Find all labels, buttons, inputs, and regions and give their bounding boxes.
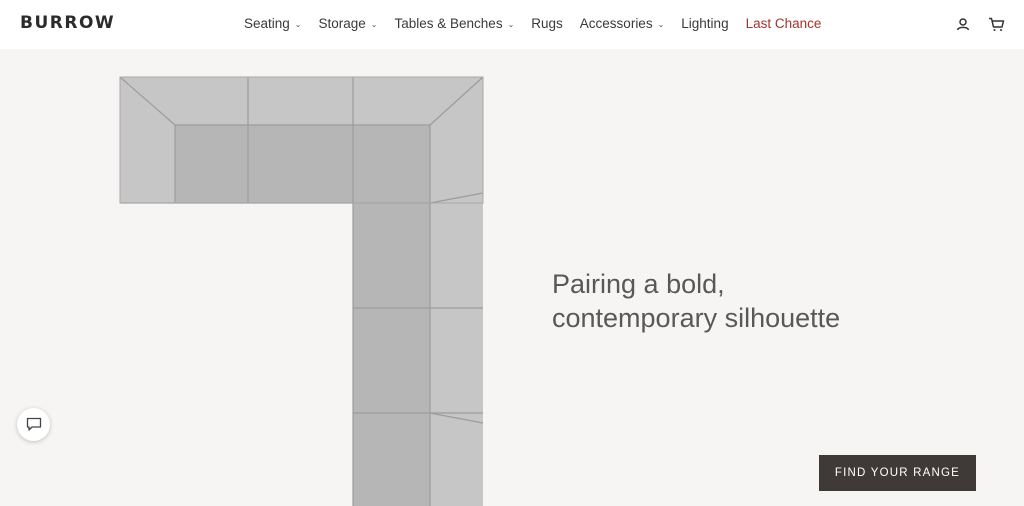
find-your-range-button[interactable]: FIND YOUR RANGE bbox=[819, 455, 976, 491]
nav-item-lighting[interactable]: Lighting bbox=[681, 16, 728, 31]
header-actions bbox=[939, 15, 1005, 33]
nav-item-accessories[interactable]: Accessories ⌄ bbox=[580, 16, 664, 31]
nav-item-label: Last Chance bbox=[745, 16, 822, 31]
hero-headline: Pairing a bold, contemporary silhouette bbox=[552, 267, 840, 335]
account-icon[interactable] bbox=[954, 15, 972, 33]
hero-headline-line2: contemporary silhouette bbox=[552, 303, 841, 333]
hero-headline-line1: Pairing a bold, bbox=[552, 269, 725, 299]
nav-item-last-chance[interactable]: Last Chance bbox=[746, 16, 822, 31]
chevron-down-icon: ⌄ bbox=[657, 20, 665, 29]
nav-item-label: Seating bbox=[244, 16, 290, 31]
nav-item-tables-benches[interactable]: Tables & Benches ⌄ bbox=[395, 16, 515, 31]
nav-item-storage[interactable]: Storage ⌄ bbox=[319, 16, 378, 31]
chat-icon bbox=[26, 417, 41, 431]
chevron-down-icon: ⌄ bbox=[370, 20, 378, 29]
nav-item-label: Tables & Benches bbox=[394, 16, 503, 31]
nav-item-rugs[interactable]: Rugs bbox=[531, 16, 563, 31]
nav-item-label: Rugs bbox=[531, 16, 563, 31]
nav-item-seating[interactable]: Seating ⌄ bbox=[244, 16, 302, 31]
cart-icon[interactable] bbox=[987, 15, 1005, 33]
nav-item-label: Accessories bbox=[579, 16, 653, 31]
nav-item-label: Storage bbox=[318, 16, 366, 31]
brand-logo[interactable]: BURROW bbox=[20, 13, 115, 33]
hero-section: Pairing a bold, contemporary silhouette … bbox=[0, 49, 1024, 506]
chat-widget-button[interactable] bbox=[17, 408, 50, 441]
site-header: BURROW Seating ⌄ Storage ⌄ Tables & Benche… bbox=[0, 0, 1024, 49]
main-nav: Seating ⌄ Storage ⌄ Tables & Benches ⌄ Rugs… bbox=[244, 16, 838, 31]
sofa-image bbox=[119, 76, 484, 506]
chevron-down-icon: ⌄ bbox=[294, 20, 302, 29]
nav-item-label: Lighting bbox=[681, 16, 729, 31]
chevron-down-icon: ⌄ bbox=[507, 20, 515, 29]
